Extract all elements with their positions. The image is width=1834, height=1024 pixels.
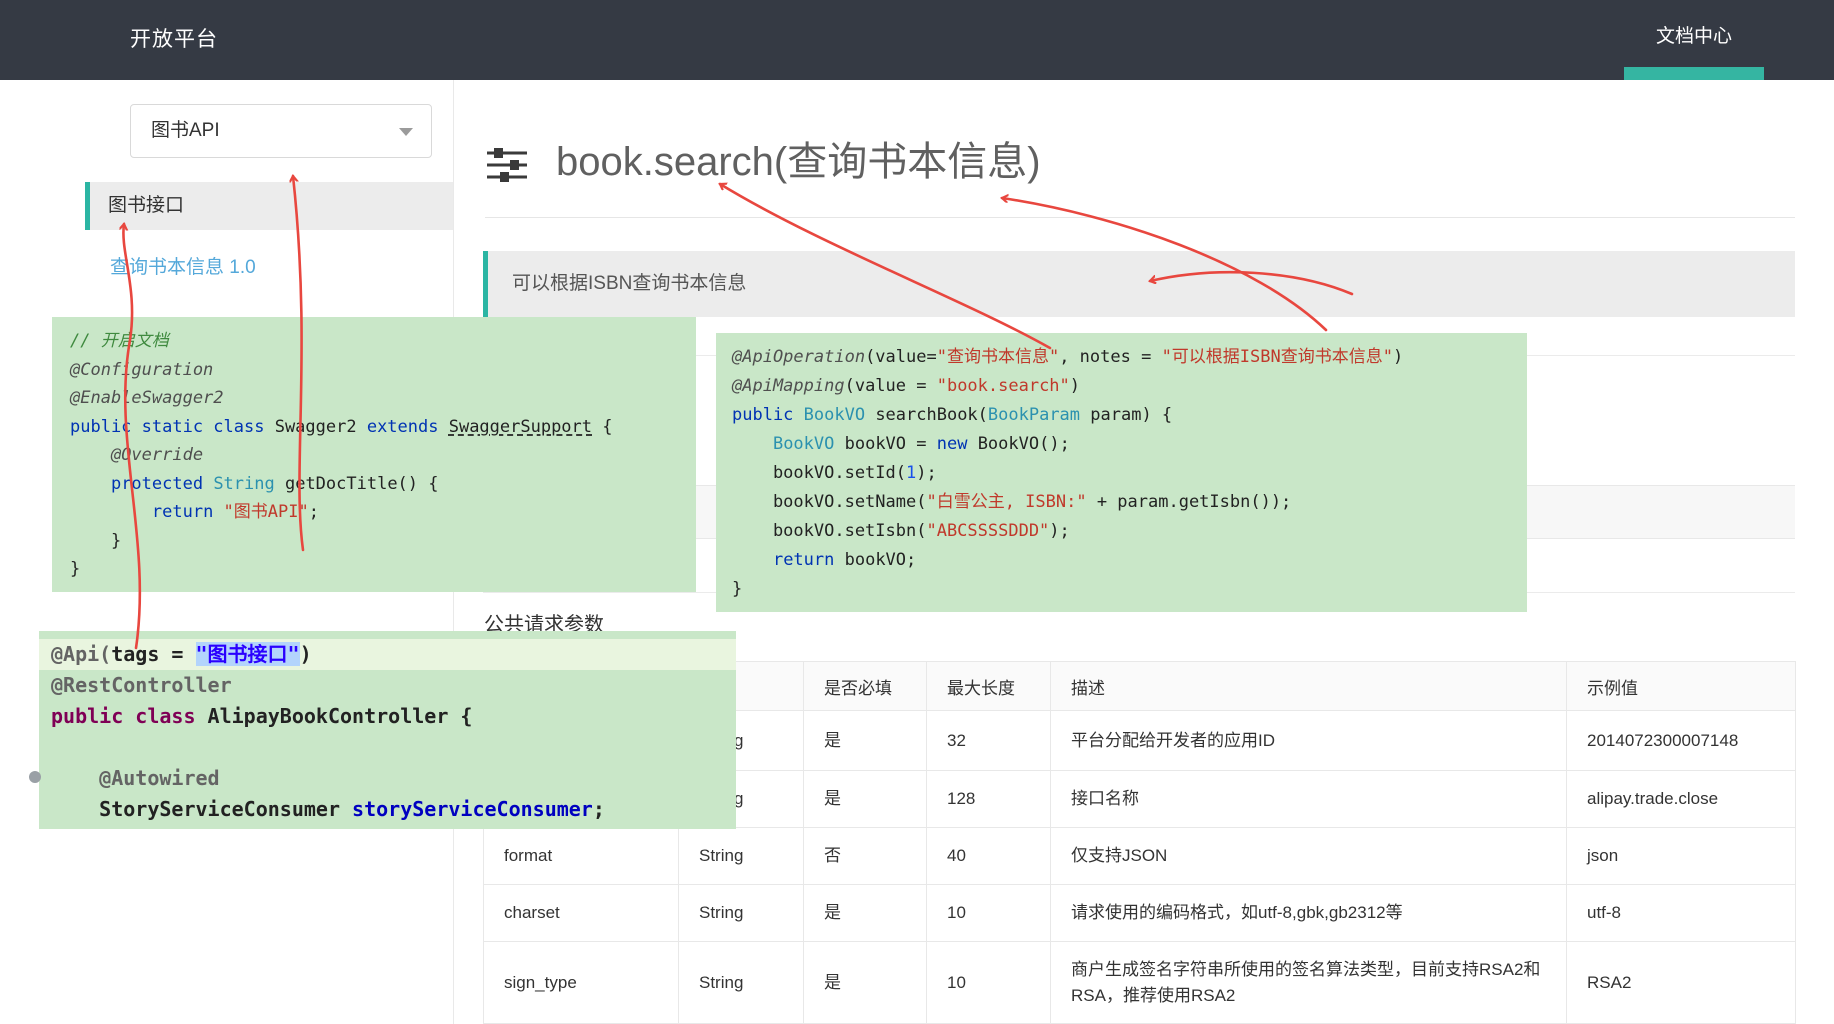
table-cell: 否 (804, 828, 927, 885)
column-header: 示例值 (1567, 662, 1796, 711)
code-snippet-search-method: @ApiOperation(value="查询书本信息", notes = "可… (716, 333, 1527, 612)
code-line: BookVO bookVO = new BookVO(); (732, 430, 1511, 459)
table-row: charsetString是10请求使用的编码格式，如utf-8,gbk,gb2… (484, 885, 1796, 942)
table-cell: 仅支持JSON (1051, 828, 1567, 885)
chevron-down-icon (399, 128, 413, 136)
brand-title: 开放平台 (130, 0, 218, 80)
table-cell: 2014072300007148 (1567, 711, 1796, 771)
column-header: 最大长度 (927, 662, 1051, 711)
table-cell: 128 (927, 771, 1051, 828)
table-cell: 32 (927, 711, 1051, 771)
code-line: public static class Swagger2 extends Swa… (70, 413, 678, 442)
code-line: bookVO.setName("白雪公主, ISBN:" + param.get… (732, 488, 1511, 517)
code-line: public class AlipayBookController { (51, 701, 724, 732)
sliders-icon (486, 146, 528, 189)
table-cell: utf-8 (1567, 885, 1796, 942)
table-cell: 平台分配给开发者的应用ID (1051, 711, 1567, 771)
api-description-text: 可以根据ISBN查询书本信息 (488, 251, 1795, 317)
table-cell: String (679, 885, 804, 942)
table-row: sign_typeString是10商户生成签名字符串所使用的签名算法类型，目前… (484, 942, 1796, 1024)
table-row: formatString否40仅支持JSONjson (484, 828, 1796, 885)
table-cell: String (679, 828, 804, 885)
code-line: @ApiOperation(value="查询书本信息", notes = "可… (732, 343, 1511, 372)
top-navbar: 开放平台 文档中心 (0, 0, 1834, 80)
code-line: return "图书API"; (70, 498, 678, 527)
table-cell: 是 (804, 771, 927, 828)
code-line: bookVO.setId(1); (732, 459, 1511, 488)
code-line: @Configuration (70, 356, 678, 385)
code-line: } (732, 575, 1511, 604)
table-cell: 是 (804, 942, 927, 1024)
table-cell: 接口名称 (1051, 771, 1567, 828)
code-line: protected String getDocTitle() { (70, 470, 678, 499)
code-line: public BookVO searchBook(BookParam param… (732, 401, 1511, 430)
page-title: book.search(查询书本信息) (556, 138, 1041, 186)
nav-doc-center-link[interactable]: 文档中心 (1624, 0, 1764, 80)
column-header: 是否必填 (804, 662, 927, 711)
table-cell: String (679, 942, 804, 1024)
table-cell: 是 (804, 711, 927, 771)
code-line (51, 732, 724, 763)
table-cell: 40 (927, 828, 1051, 885)
code-line: bookVO.setIsbn("ABCSSSSDDD"); (732, 517, 1511, 546)
table-cell: 商户生成签名字符串所使用的签名算法类型，目前支持RSA2和RSA，推荐使用RSA… (1051, 942, 1567, 1024)
table-cell: RSA2 (1567, 942, 1796, 1024)
code-line: @EnableSwagger2 (70, 384, 678, 413)
table-cell: sign_type (484, 942, 679, 1024)
code-line: return bookVO; (732, 546, 1511, 575)
title-divider (485, 217, 1795, 218)
code-line: @Autowired (51, 763, 724, 794)
code-line: @ApiMapping(value = "book.search") (732, 372, 1511, 401)
code-snippet-controller: @Api(tags = "图书接口")@RestControllerpublic… (39, 631, 736, 829)
code-line: @RestController (51, 670, 724, 701)
api-description-banner: 可以根据ISBN查询书本信息 (483, 251, 1795, 317)
column-header: 描述 (1051, 662, 1567, 711)
table-cell: 请求使用的编码格式，如utf-8,gbk,gb2312等 (1051, 885, 1567, 942)
code-line: } (70, 527, 678, 556)
table-cell: charset (484, 885, 679, 942)
code-line: StoryServiceConsumer storyServiceConsume… (51, 794, 724, 825)
table-cell: json (1567, 828, 1796, 885)
sidebar-item-book-api-group[interactable]: 图书接口 (85, 182, 453, 230)
sidebar-group-label: 图书接口 (90, 182, 453, 230)
api-select-dropdown[interactable]: 图书API (130, 104, 432, 158)
sidebar-item-search-book-doc[interactable]: 查询书本信息 1.0 (110, 252, 256, 279)
table-cell: 10 (927, 885, 1051, 942)
code-line: } (70, 555, 678, 584)
editor-gutter-icon (29, 771, 41, 783)
code-snippet-swagger-config: // 开启文档@Configuration@EnableSwagger2publ… (52, 317, 696, 592)
code-line: @Override (70, 441, 678, 470)
table-cell: format (484, 828, 679, 885)
code-line: // 开启文档 (70, 327, 678, 356)
api-select-value: 图书API (151, 105, 220, 157)
table-cell: 10 (927, 942, 1051, 1024)
code-line: @Api(tags = "图书接口") (39, 639, 736, 670)
table-cell: alipay.trade.close (1567, 771, 1796, 828)
table-cell: 是 (804, 885, 927, 942)
